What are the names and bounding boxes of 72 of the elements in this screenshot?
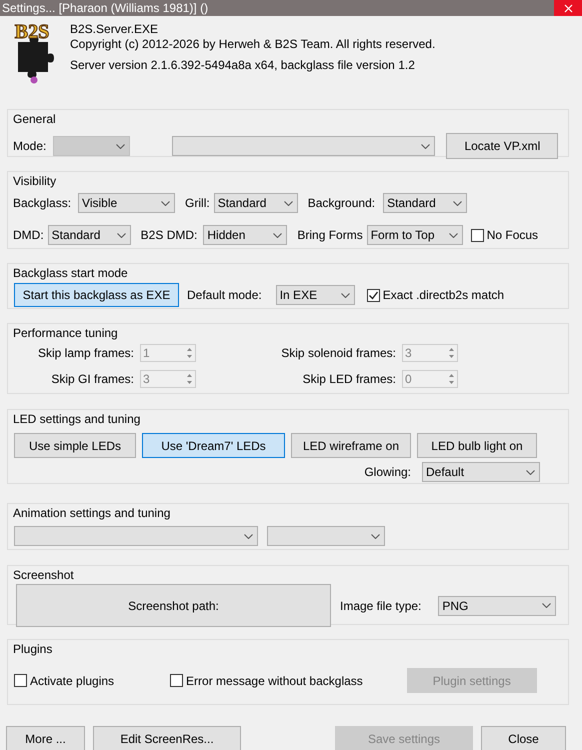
copyright-text: Copyright (c) 2012-2026 by Herweh & B2S Team. All rights reserved.: [70, 37, 436, 52]
caret-icon: [244, 534, 253, 538]
led-mode-button[interactable]: LED wireframe on: [291, 433, 411, 458]
field-label: Default mode:: [187, 287, 262, 304]
caret-icon: [284, 200, 293, 206]
caret-icon: [371, 534, 380, 538]
field-label: Image file type:: [340, 598, 422, 614]
spinner-arrows-icon: [448, 372, 455, 386]
caret-icon: [161, 200, 170, 206]
start-exe-button[interactable]: Start this backglass as EXE: [14, 283, 179, 307]
group-title: LED settings and tuning: [12, 412, 142, 426]
screenshot-path-button[interactable]: Screenshot path:: [16, 584, 331, 627]
caret-icon: [273, 232, 282, 238]
dropdown[interactable]: Standard: [383, 193, 468, 213]
group-title: Performance tuning: [12, 326, 119, 340]
caret-icon: [421, 144, 430, 148]
dropdown[interactable]: PNG: [438, 596, 556, 616]
spinner-arrows-icon: [186, 346, 193, 360]
group-title: General: [12, 112, 57, 126]
field-label: Backglass:: [13, 195, 72, 212]
led-mode-button[interactable]: LED bulb light on: [417, 433, 537, 458]
caret-icon: [448, 232, 458, 238]
footer-button[interactable]: Close: [481, 726, 566, 750]
version-text: Server version 2.1.6.392-5494a8a x64, backglass file version 1.2: [70, 58, 416, 73]
checkbox-label: Error message without backglass: [186, 672, 363, 690]
caret-icon: [116, 144, 126, 148]
field-label: Skip LED frames:: [302, 371, 396, 388]
field-label: Glowing:: [364, 464, 411, 481]
dropdown[interactable]: Visible: [78, 193, 176, 213]
caret-icon: [526, 470, 535, 474]
field-label: Grill:: [185, 195, 210, 212]
product-name: B2S.Server.EXE: [70, 22, 160, 37]
field-label: DMD:: [13, 227, 44, 244]
led-mode-button[interactable]: Use simple LEDs: [14, 433, 136, 458]
checkbox-label: Exact .directb2s match: [382, 287, 504, 304]
dropdown[interactable]: Form to Top: [366, 225, 463, 245]
caret-icon: [116, 232, 126, 238]
field-label: Mode:: [13, 138, 46, 155]
field-label: B2S DMD:: [140, 227, 198, 244]
checkbox[interactable]: [170, 674, 184, 687]
group-title: Screenshot: [12, 568, 75, 582]
field-label: Skip lamp frames:: [36, 345, 134, 362]
dropdown[interactable]: Default: [422, 462, 540, 482]
checkbox[interactable]: [470, 228, 484, 242]
close-icon: [564, 4, 572, 12]
dropdown[interactable]: Hidden: [203, 225, 288, 245]
checkbox-label: No Focus: [486, 227, 538, 244]
group-title: Plugins: [12, 642, 54, 656]
window-title: Settings... [Pharaon (Williams 1981)] (): [1, 2, 208, 14]
footer-button[interactable]: More ...: [6, 726, 85, 750]
spinner-arrows-icon: [448, 346, 455, 360]
checkbox[interactable]: [366, 288, 380, 302]
dropdown[interactable]: Standard: [48, 225, 131, 245]
spinner-arrows-icon: [186, 372, 193, 386]
field-label: Skip solenoid frames:: [280, 345, 396, 362]
locate-button[interactable]: Locate VP.xml: [446, 133, 558, 159]
group-title: Animation settings and tuning: [12, 506, 172, 520]
caret-icon: [453, 200, 462, 206]
field-label: Background:: [308, 195, 376, 212]
close-button[interactable]: [554, 0, 582, 16]
dropdown[interactable]: In EXE: [276, 285, 355, 305]
footer-button[interactable]: Edit ScreenRes...: [93, 726, 241, 750]
caret-icon: [542, 603, 552, 608]
dropdown[interactable]: Standard: [214, 193, 298, 213]
checkbox[interactable]: [14, 674, 27, 687]
checkbox-label: Activate plugins: [30, 672, 114, 690]
field-label: Bring Forms: [297, 227, 363, 244]
group-title: Backglass start mode: [12, 266, 129, 280]
group-title: Visibility: [12, 174, 58, 188]
led-mode-button[interactable]: Use 'Dream7' LEDs: [142, 433, 285, 458]
caret-icon: [340, 292, 350, 298]
field-label: Skip GI frames:: [50, 371, 134, 388]
